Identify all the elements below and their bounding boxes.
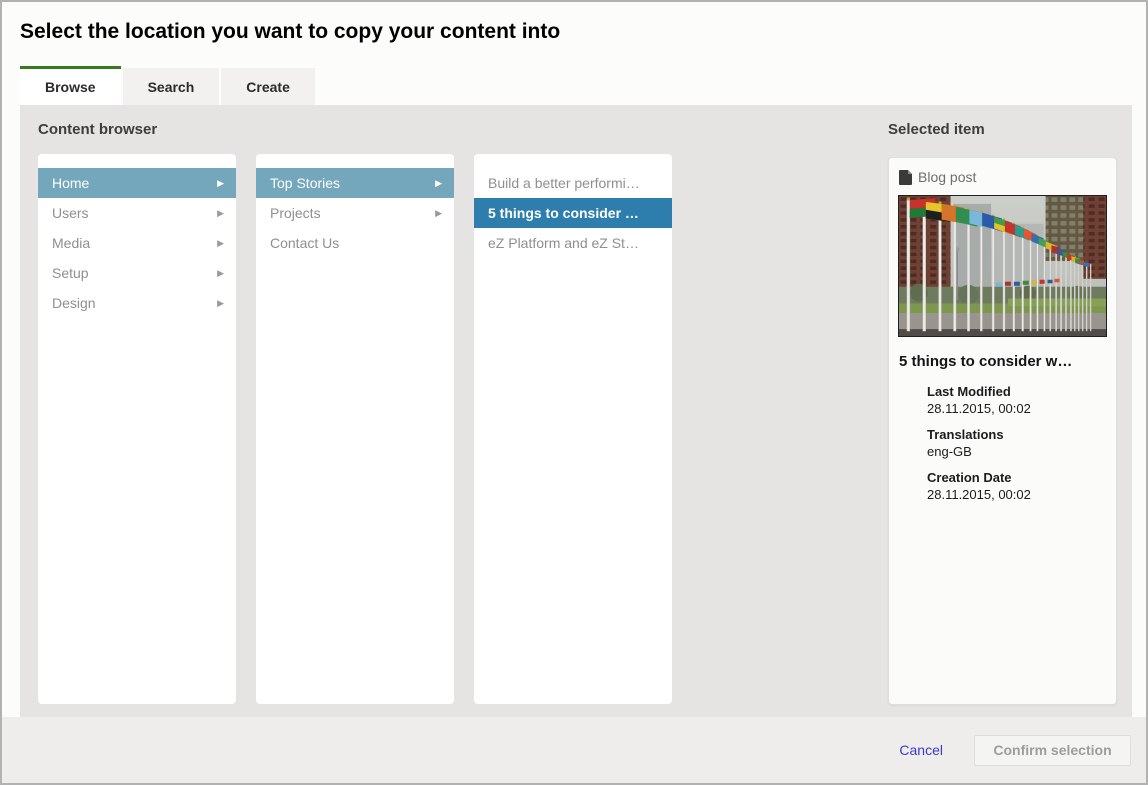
united-nations-flags-photo (898, 195, 1107, 337)
browser-item-label: Design (52, 295, 96, 311)
browser-item-label: Projects (270, 205, 321, 221)
tab-bar: Browse Search Create (20, 66, 317, 105)
tab-create[interactable]: Create (221, 68, 315, 105)
meta-value: 28.11.2015, 00:02 (927, 487, 1107, 502)
meta-label: Creation Date (927, 470, 1107, 485)
chevron-right-icon: ▶ (435, 179, 442, 188)
meta-label: Last Modified (927, 384, 1107, 399)
selected-item-card: Blog post (888, 157, 1117, 705)
browser-item-label: Media (52, 235, 90, 251)
browser-item-label: Top Stories (270, 175, 340, 191)
chevron-right-icon: ▶ (217, 209, 224, 218)
browser-item-label: Build a better performi… (488, 175, 640, 191)
browser-item-home[interactable]: Home ▶ (38, 168, 236, 198)
browser-item-build-a-better[interactable]: Build a better performi… (474, 168, 672, 198)
browser-item-label: Users (52, 205, 89, 221)
browser-item-setup[interactable]: Setup ▶ (38, 258, 236, 288)
finder-column-2: Top Stories ▶ Projects ▶ Contact Us (256, 154, 454, 704)
chevron-right-icon: ▶ (217, 179, 224, 188)
selected-item-heading: Selected item (888, 121, 985, 138)
dialog-footer: Cancel Confirm selection (2, 717, 1146, 783)
content-type-label: Blog post (918, 169, 976, 185)
confirm-selection-button[interactable]: Confirm selection (974, 735, 1131, 766)
tab-browse[interactable]: Browse (20, 66, 121, 105)
chevron-right-icon: ▶ (217, 299, 224, 308)
browse-tab-panel: Content browser Home ▶ Users ▶ Media ▶ S… (20, 105, 1132, 720)
chevron-right-icon: ▶ (217, 269, 224, 278)
browser-item-projects[interactable]: Projects ▶ (256, 198, 454, 228)
browser-item-5-things[interactable]: 5 things to consider … (474, 198, 672, 228)
browser-item-label: eZ Platform and eZ St… (488, 235, 639, 251)
copy-location-dialog: Select the location you want to copy you… (0, 0, 1148, 785)
chevron-right-icon: ▶ (217, 239, 224, 248)
tab-search[interactable]: Search (123, 68, 220, 105)
browser-item-top-stories[interactable]: Top Stories ▶ (256, 168, 454, 198)
cancel-button[interactable]: Cancel (899, 742, 943, 758)
meta-value: 28.11.2015, 00:02 (927, 401, 1107, 416)
chevron-right-icon: ▶ (435, 209, 442, 218)
browser-item-label: Setup (52, 265, 89, 281)
browser-item-label: Contact Us (270, 235, 339, 251)
browser-item-users[interactable]: Users ▶ (38, 198, 236, 228)
selected-item-meta: Last Modified 28.11.2015, 00:02 Translat… (927, 384, 1107, 502)
meta-value: eng-GB (927, 444, 1107, 459)
browser-item-label: Home (52, 175, 89, 191)
selected-item-title: 5 things to consider w… (899, 353, 1107, 370)
browser-item-design[interactable]: Design ▶ (38, 288, 236, 318)
browser-item-ez-platform[interactable]: eZ Platform and eZ St… (474, 228, 672, 258)
content-browser-heading: Content browser (38, 121, 157, 138)
finder-column-3: Build a better performi… 5 things to con… (474, 154, 672, 704)
browser-item-contact-us[interactable]: Contact Us (256, 228, 454, 258)
browser-item-media[interactable]: Media ▶ (38, 228, 236, 258)
browser-item-label: 5 things to consider … (488, 205, 639, 221)
finder-columns: Home ▶ Users ▶ Media ▶ Setup ▶ Design (38, 154, 692, 704)
finder-column-1: Home ▶ Users ▶ Media ▶ Setup ▶ Design (38, 154, 236, 704)
content-type-row: Blog post (899, 169, 1107, 185)
blog-post-icon (899, 170, 912, 185)
meta-label: Translations (927, 427, 1107, 442)
dialog-title: Select the location you want to copy you… (20, 20, 560, 44)
